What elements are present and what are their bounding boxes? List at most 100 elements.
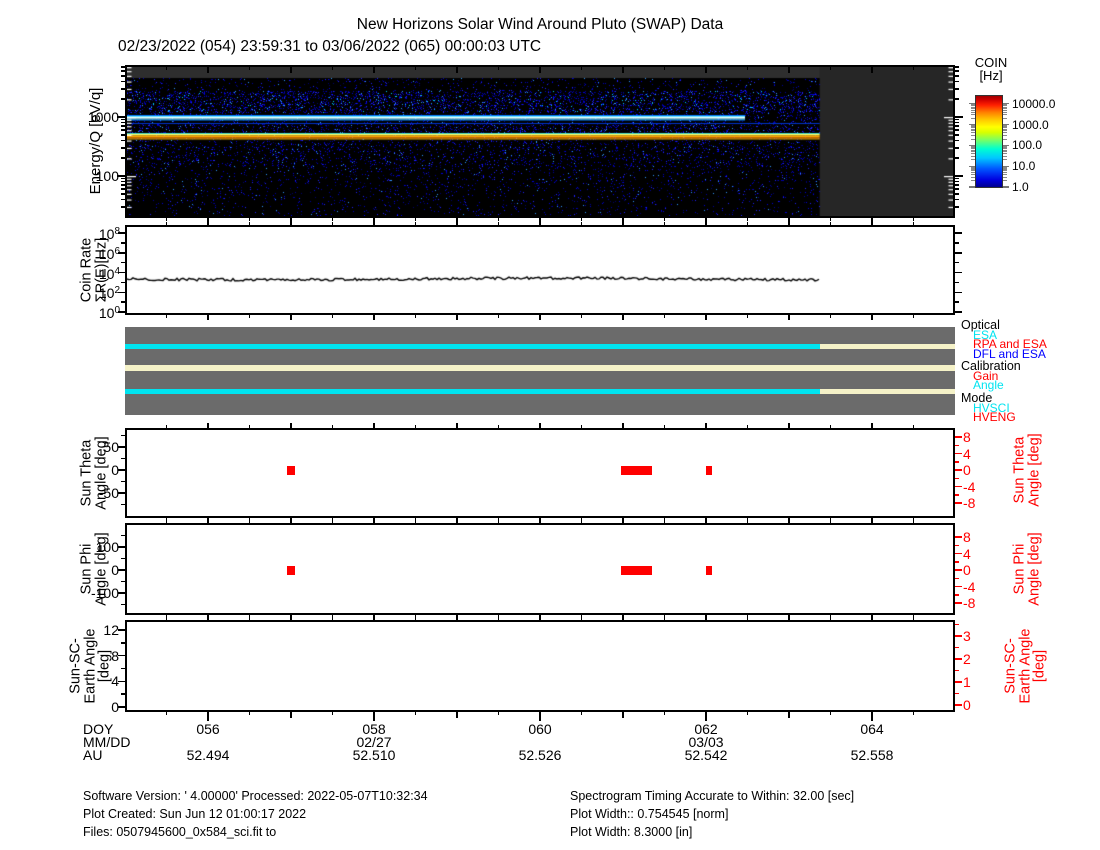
axis-tick: [415, 218, 417, 221]
colorbar: [975, 95, 1003, 188]
axis-tick: [747, 315, 749, 318]
axis-tick: [971, 150, 975, 151]
axis-tick: [971, 153, 975, 154]
axis-tick: [415, 425, 417, 428]
axis-tick: [1003, 180, 1007, 181]
axis-tick: [1003, 125, 1007, 126]
axis-tick: [788, 67, 790, 73]
axis-tick: [955, 311, 962, 313]
sun-theta-data-mark: [287, 466, 295, 475]
sun-sc-earth-right-ytick-label: 2: [963, 651, 971, 667]
axis-tick: [121, 581, 125, 583]
axis-tick: [871, 519, 873, 523]
axis-tick: [830, 712, 832, 715]
coin-rate-canvas: [127, 227, 953, 313]
axis-tick: [955, 232, 962, 234]
axis-tick: [747, 222, 749, 225]
axis-tick: [622, 315, 624, 320]
axis-tick: [955, 436, 962, 438]
axis-tick: [971, 146, 975, 147]
axis-tick: [332, 618, 334, 621]
axis-tick: [539, 519, 541, 523]
axis-tick: [581, 521, 583, 524]
axis-tick: [581, 218, 583, 221]
colorbar-tick-label: 1000.0: [1012, 117, 1049, 133]
axis-tick: [121, 301, 125, 303]
axis-tick: [290, 315, 292, 320]
axis-tick: [207, 423, 209, 428]
sun-theta-right-ytick-label: 4: [963, 446, 971, 462]
axis-tick: [622, 423, 624, 428]
axis-tick: [121, 458, 125, 460]
axis-tick: [955, 272, 962, 274]
axis-tick: [664, 521, 666, 524]
axis-tick: [971, 159, 975, 160]
axis-tick: [332, 67, 334, 70]
axis-tick: [705, 712, 707, 721]
axis-tick: [373, 220, 375, 225]
sun-theta-ytick-label: -50: [99, 485, 119, 501]
axis-tick: [955, 453, 962, 455]
axis-tick: [971, 112, 975, 113]
axis-tick: [121, 157, 125, 159]
axis-tick: [955, 569, 962, 571]
axis-tick: [705, 220, 707, 225]
axis-tick: [373, 67, 375, 73]
axis-tick: [581, 425, 583, 428]
axis-tick: [121, 181, 125, 183]
axis-tick: [664, 425, 666, 428]
axis-tick: [788, 315, 790, 320]
xaxis-row-label-au: AU: [83, 747, 102, 763]
axis-tick: [955, 635, 962, 637]
axis-tick: [1003, 172, 1007, 173]
axis-tick: [332, 315, 334, 318]
axis-tick: [415, 222, 417, 225]
axis-tick: [1003, 151, 1007, 152]
axis-tick: [971, 114, 975, 115]
axis-tick: [121, 604, 125, 606]
axis-tick: [971, 170, 975, 171]
sun-sc-earth-ylabel: Sun-SC- Earth Angle [deg]: [68, 629, 112, 704]
axis-tick: [955, 125, 959, 127]
axis-tick: [121, 193, 125, 195]
axis-tick: [1003, 108, 1007, 109]
sun-theta-ylabel-line1: Sun Theta: [80, 440, 95, 507]
sun-phi-ytick-label: 100: [96, 539, 119, 555]
axis-tick: [539, 220, 541, 225]
axis-tick: [971, 127, 975, 128]
axis-tick: [971, 174, 975, 175]
axis-tick: [373, 315, 375, 320]
axis-tick: [971, 105, 975, 106]
axis-tick: [664, 618, 666, 621]
au-tick-label: 52.558: [851, 747, 894, 763]
sun-theta-right-ytick-label: -8: [963, 495, 975, 511]
coin-rate-ytick-exponent: 6: [114, 246, 120, 257]
axis-tick: [498, 222, 500, 225]
sun-sc-earth-ytick-label: 12: [103, 622, 119, 638]
axis-tick: [788, 423, 790, 428]
axis-tick: [207, 519, 209, 523]
colorbar-tick-label: 10.0: [1012, 158, 1035, 174]
axis-tick: [498, 218, 500, 221]
axis-tick: [955, 461, 959, 463]
axis-tick: [121, 81, 125, 83]
axis-tick: [166, 521, 168, 524]
axis-tick: [955, 81, 959, 83]
axis-tick: [955, 670, 959, 672]
au-tick-label: 52.526: [519, 747, 562, 763]
axis-tick: [955, 242, 959, 244]
axis-tick: [498, 67, 500, 70]
legend-item-hveng: HVENG: [973, 412, 1016, 422]
axis-tick: [1003, 126, 1007, 127]
axis-tick: [971, 167, 975, 168]
axis-tick: [971, 147, 975, 148]
axis-tick: [1003, 135, 1007, 136]
axis-tick: [955, 624, 959, 626]
axis-tick: [955, 594, 959, 596]
axis-tick: [955, 486, 962, 488]
axis-tick: [1003, 104, 1007, 105]
axis-tick: [207, 67, 209, 73]
axis-tick: [207, 712, 209, 721]
axis-tick: [971, 151, 975, 152]
axis-tick: [747, 618, 749, 621]
